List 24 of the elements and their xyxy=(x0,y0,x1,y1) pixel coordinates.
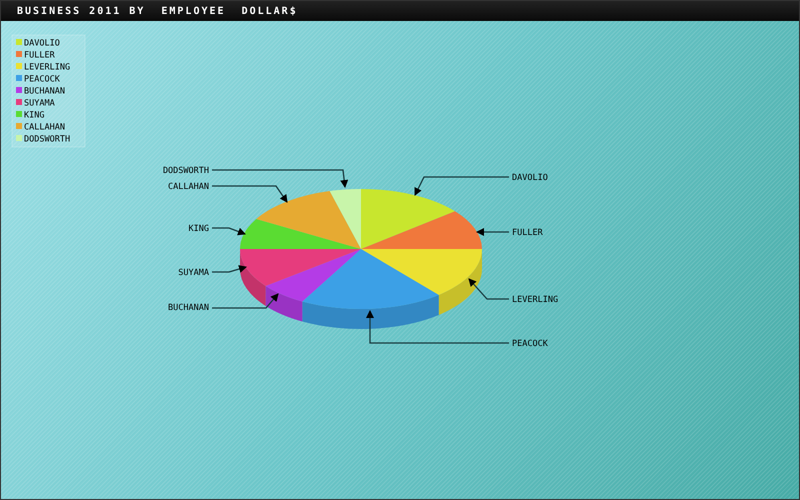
legend-label: DODSWORTH xyxy=(24,134,70,144)
legend-label: KING xyxy=(24,110,44,120)
legend-label: PEACOCK xyxy=(24,74,60,84)
callout-label: CALLAHAN xyxy=(168,182,209,192)
callout-label: LEVERLING xyxy=(512,295,558,305)
callout-label: KING xyxy=(188,224,209,234)
leader-line xyxy=(212,227,246,236)
leader-line xyxy=(468,278,509,300)
callout-label: BUCHANAN xyxy=(168,303,209,313)
callout-label: DAVOLIO xyxy=(512,173,548,183)
legend-label: FULLER xyxy=(24,50,55,60)
callout-label: DODSWORTH xyxy=(162,166,209,176)
legend-label: SUYAMA xyxy=(24,98,55,108)
leader-line xyxy=(212,293,279,309)
chart-title: BUSINESS 2011 BY EMPLOYEE DOLLAR$ xyxy=(17,6,298,16)
legend-label: CALLAHAN xyxy=(24,122,65,132)
callout-label: SUYAMA xyxy=(178,268,209,278)
legend-label: BUCHANAN xyxy=(24,86,65,96)
leader-line xyxy=(476,228,509,236)
callout-label: PEACOCK xyxy=(512,339,548,349)
callout-label: FULLER xyxy=(512,228,543,238)
legend-label: DAVOLIO xyxy=(24,38,60,48)
legend-label: LEVERLING xyxy=(24,62,70,72)
leader-line xyxy=(212,265,247,273)
